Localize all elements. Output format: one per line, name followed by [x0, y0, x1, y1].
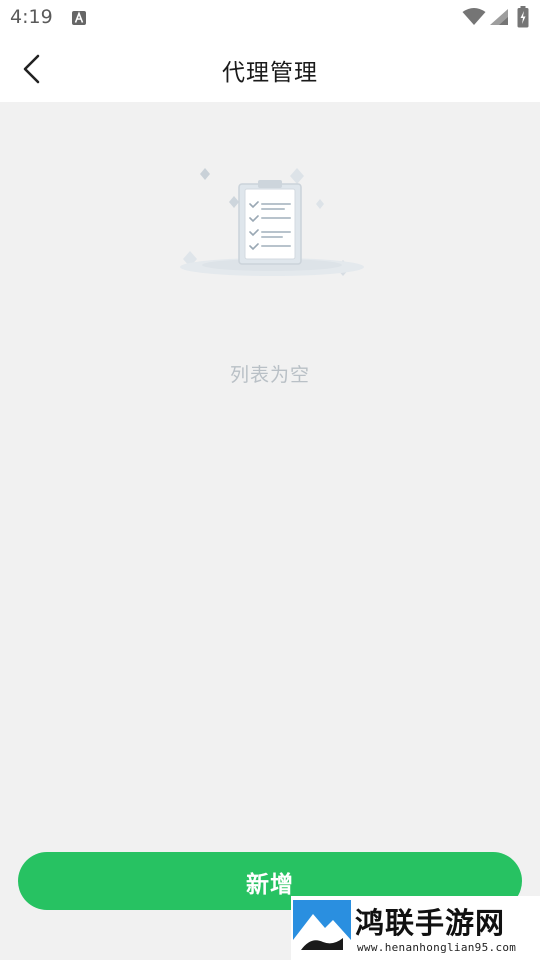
signal-icon	[490, 9, 508, 25]
add-button-label: 新增	[246, 872, 294, 898]
a-notification-icon	[72, 11, 86, 25]
page-title: 代理管理	[222, 60, 318, 86]
battery-icon	[517, 6, 529, 28]
status-bar: 4:19	[0, 0, 540, 36]
watermark-logo-icon	[293, 900, 351, 956]
watermark-url: www.henanhonglian95.com	[357, 941, 517, 954]
main-content: 列表为空	[0, 102, 540, 960]
watermark-name: 鸿联手游网	[355, 906, 506, 940]
status-time: 4:19	[10, 6, 53, 28]
wifi-icon	[462, 8, 486, 25]
app-bar: 代理管理	[0, 36, 540, 102]
empty-state-text: 列表为空	[229, 364, 310, 386]
watermark: 鸿联手游网 www.henanhonglian95.com	[291, 896, 540, 960]
clipboard-checklist-icon	[180, 168, 364, 276]
